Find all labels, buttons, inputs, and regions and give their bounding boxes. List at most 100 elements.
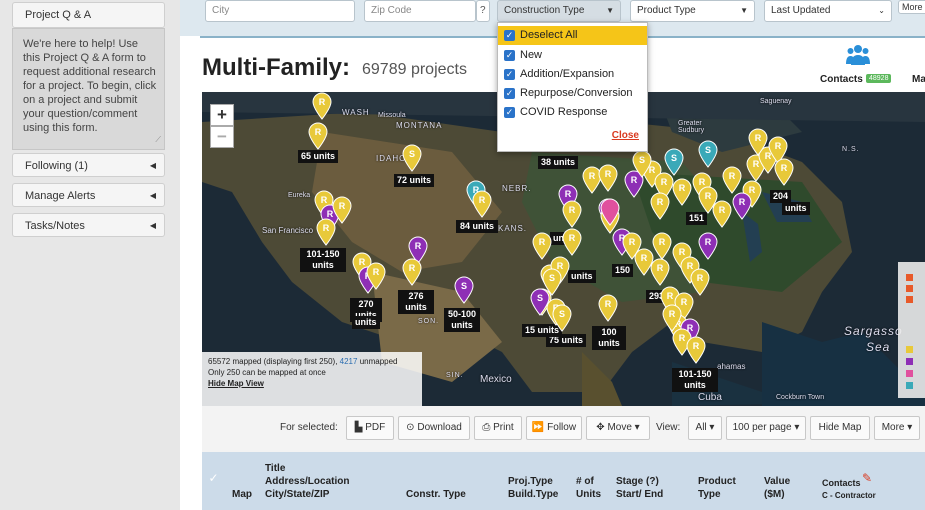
col-units[interactable]: Units [576, 488, 601, 501]
col-value-unit[interactable]: ($M) [764, 488, 785, 501]
map-label[interactable]: 65 units [298, 150, 339, 163]
map-label[interactable]: 150 [612, 264, 634, 277]
select-all-checkbox[interactable]: ✓ [207, 472, 220, 485]
zoom-out-button[interactable]: − [210, 126, 234, 148]
map-pin-icon[interactable]: R [598, 294, 618, 322]
map-label[interactable]: 50-100 units [444, 308, 480, 332]
map-label[interactable]: 276 units [398, 290, 434, 314]
map-label[interactable]: 100 units [592, 326, 626, 350]
option-covid-response[interactable]: ✓ COVID Response [498, 103, 647, 122]
col-product[interactable]: Product [698, 475, 736, 488]
map-pin-icon[interactable] [600, 198, 620, 226]
checkbox-checked-icon[interactable]: ✓ [504, 69, 515, 80]
col-value[interactable]: Value [764, 475, 790, 488]
zip-help-icon[interactable]: ? [476, 0, 490, 22]
map-label[interactable]: 101-150 units [672, 368, 718, 392]
sidebar-item-following[interactable]: Following (1) ◀ [12, 153, 165, 177]
map-label[interactable]: 84 units [456, 220, 498, 233]
col-stage[interactable]: Stage (?) [616, 475, 659, 488]
map-label[interactable]: 72 units [394, 174, 435, 187]
map-pin-icon[interactable]: R [698, 186, 718, 214]
col-title[interactable]: Title [265, 462, 285, 475]
checkbox-checked-icon[interactable]: ✓ [504, 88, 515, 99]
contacts-label[interactable]: Contacts [820, 74, 863, 85]
map-pin-icon[interactable]: R [650, 192, 670, 220]
hide-map-view-link[interactable]: Hide Map View [208, 378, 416, 389]
map-pin-icon[interactable]: R [698, 232, 718, 260]
checkbox-checked-icon[interactable]: ✓ [504, 50, 515, 61]
map-pin-icon[interactable]: R [312, 92, 332, 120]
map-label[interactable]: 101-150 units [300, 248, 346, 272]
col-address[interactable]: Address/Location [265, 475, 349, 488]
map-pin-icon[interactable]: R [308, 122, 328, 150]
map-pin-icon[interactable]: R [532, 232, 552, 260]
move-button[interactable]: ✥ Move ▾ [586, 416, 650, 440]
option-deselect-all[interactable]: ✓ Deselect All [498, 26, 647, 45]
col-start-end[interactable]: Start/ End [616, 488, 663, 501]
unmapped-link[interactable]: 4217 [340, 357, 358, 366]
map-pin-icon[interactable]: R [316, 218, 336, 246]
map-pin-icon[interactable]: R [562, 228, 582, 256]
map-pin-icon[interactable]: S [454, 276, 474, 304]
map-pin-icon[interactable]: S [632, 150, 652, 178]
map-label[interactable]: 38 units [538, 156, 579, 169]
col-city[interactable]: City/State/ZIP [265, 488, 329, 501]
ma-label[interactable]: Ma [912, 74, 925, 85]
more-filters-button[interactable]: More [898, 0, 925, 14]
option-addition-expansion[interactable]: ✓ Addition/Expansion [498, 65, 647, 84]
close-menu-link[interactable]: Close [612, 130, 639, 141]
zip-input[interactable]: Zip Code [364, 0, 476, 22]
map-pin-icon[interactable]: R [748, 128, 768, 156]
col-constr-type[interactable]: Constr. Type [406, 488, 466, 501]
map-pin-icon[interactable]: R [562, 200, 582, 228]
map-pin-icon[interactable]: S [552, 304, 572, 332]
map-pin-icon[interactable]: R [672, 178, 692, 206]
map-pin-icon[interactable]: S [530, 288, 550, 316]
map-pin-icon[interactable]: R [774, 158, 794, 186]
city-input[interactable]: City [205, 0, 355, 22]
map-pin-icon[interactable]: R [472, 190, 492, 218]
sidebar-item-manage-alerts[interactable]: Manage Alerts ◀ [12, 183, 165, 207]
per-page-select[interactable]: 100 per page ▾ [726, 416, 806, 440]
resize-handle-icon[interactable]: ⟋ [155, 133, 161, 147]
option-repurpose-conversion[interactable]: ✓ Repurpose/Conversion [498, 84, 647, 103]
project-qa-textarea[interactable]: We're here to help! Use this Project Q &… [12, 28, 165, 150]
hide-map-button[interactable]: Hide Map [810, 416, 870, 440]
map-label[interactable]: units [352, 316, 380, 329]
col-proj-type[interactable]: Proj.Type [508, 475, 553, 488]
col-num[interactable]: # of [576, 475, 594, 488]
col-type[interactable]: Type [698, 488, 721, 501]
map-pin-icon[interactable]: R [402, 258, 422, 286]
view-all-select[interactable]: All ▾ [688, 416, 722, 440]
project-qa-header[interactable]: Project Q & A [12, 2, 165, 28]
product-type-select[interactable]: Product Type ▼ [630, 0, 755, 22]
col-build-type[interactable]: Build.Type [508, 488, 558, 501]
map-label[interactable]: units [782, 202, 810, 215]
option-new[interactable]: ✓ New [498, 46, 647, 65]
download-button[interactable]: ⊙ Download [398, 416, 470, 440]
map-pin-icon[interactable]: R [366, 262, 386, 290]
map-pin-icon[interactable]: R [598, 164, 618, 192]
sidebar-item-tasks-notes[interactable]: Tasks/Notes ◀ [12, 213, 165, 237]
map-pin-icon[interactable]: R [732, 192, 752, 220]
contacts-group-icon[interactable] [846, 44, 870, 66]
map-pin-icon[interactable]: R [722, 166, 742, 194]
map-pin-icon[interactable]: R [650, 258, 670, 286]
col-contractor[interactable]: C - Contractor [822, 489, 876, 502]
map-label[interactable]: units [568, 270, 596, 283]
map-pin-icon[interactable]: S [698, 140, 718, 168]
col-map[interactable]: Map [232, 488, 252, 501]
follow-button[interactable]: ⏩ Follow [526, 416, 582, 440]
zoom-in-button[interactable]: + [210, 104, 234, 126]
checkbox-checked-icon[interactable]: ✓ [504, 107, 515, 118]
map-pin-icon[interactable]: S [402, 144, 422, 172]
checkbox-checked-icon[interactable]: ✓ [504, 30, 515, 41]
last-updated-select[interactable]: Last Updated ⌄ [764, 0, 892, 22]
map-pin-icon[interactable]: R [662, 304, 682, 332]
print-button[interactable]: ⎙ Print [474, 416, 522, 440]
pdf-button[interactable]: ▙ PDF [346, 416, 394, 440]
map-pin-icon[interactable]: R [686, 336, 706, 364]
more-button[interactable]: More ▾ [874, 416, 920, 440]
construction-type-select[interactable]: Construction Type ▼ [497, 0, 621, 22]
map-pin-icon[interactable]: R [652, 232, 672, 260]
